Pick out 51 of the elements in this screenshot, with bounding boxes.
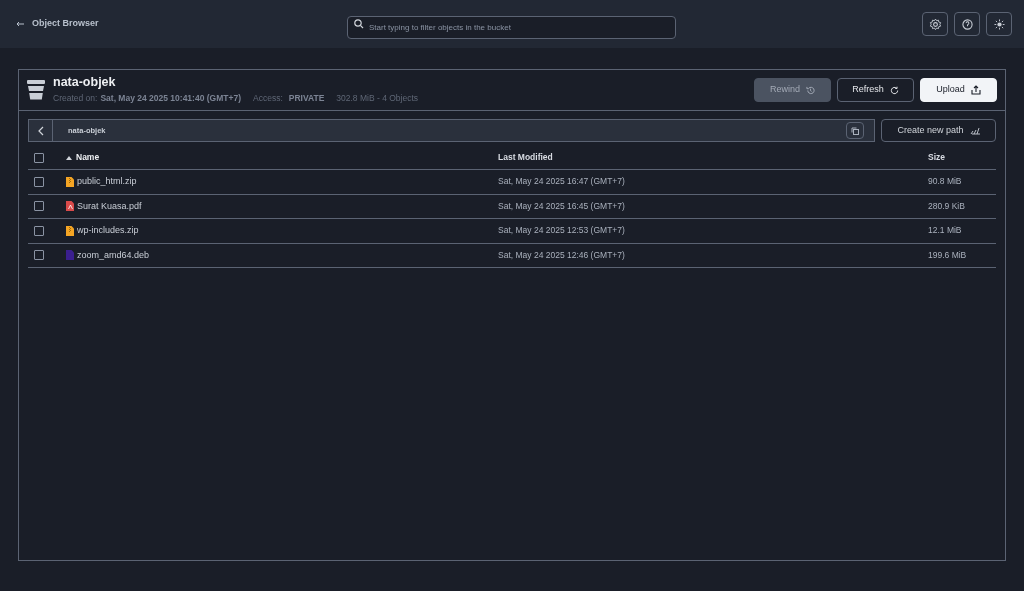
history-icon	[806, 85, 815, 95]
checkbox[interactable]	[34, 176, 44, 187]
created-date: Sat, May 24 2025 10:41:40 (GMT+7)	[100, 92, 241, 105]
chevron-left-icon	[37, 125, 44, 136]
file-icon	[66, 250, 74, 261]
back-link[interactable]: Object Browser	[16, 17, 346, 31]
modified-cell-text: Sat, May 24 2025 16:47 (GMT+7)	[498, 175, 626, 189]
modified-cell-text: Sat, May 24 2025 12:46 (GMT+7)	[498, 248, 626, 262]
help-icon	[961, 18, 973, 30]
theme-button[interactable]	[986, 12, 1012, 36]
checkbox[interactable]	[34, 201, 44, 212]
size-cell-text: 90.8 MiB	[928, 175, 963, 189]
upload-button[interactable]: Upload	[920, 78, 997, 102]
new-path-icon	[969, 126, 980, 135]
help-button[interactable]	[954, 12, 980, 36]
zip-file-icon	[66, 225, 74, 236]
access-label: Access:	[253, 92, 283, 105]
settings-icon	[928, 17, 942, 31]
copy-icon	[851, 126, 859, 135]
sun-icon	[993, 18, 1005, 30]
column-header[interactable]: Last Modified	[498, 151, 553, 164]
file-name[interactable]: public_html.zip	[77, 175, 137, 189]
create-path-button[interactable]: Create new path	[881, 119, 996, 142]
modified-cell-text: Sat, May 24 2025 12:53 (GMT+7)	[498, 224, 626, 238]
search-field[interactable]: Start typing to filter objects in the bucket	[347, 15, 676, 39]
refresh-button[interactable]: Refresh	[837, 78, 914, 102]
column-header[interactable]: Size	[928, 151, 945, 164]
file-name[interactable]: Surat Kuasa.pdf	[77, 199, 142, 213]
modified-cell-text: Sat, May 24 2025 16:45 (GMT+7)	[498, 199, 626, 213]
file-name[interactable]: wp-includes.zip	[77, 224, 139, 238]
bucket-summary: 302.8 MiB - 4 Objects	[336, 92, 419, 105]
back-arrow-icon	[16, 21, 24, 27]
pdf-file-icon	[66, 201, 74, 212]
created-label: Created on:	[53, 92, 98, 105]
search-icon	[354, 18, 364, 29]
copy-button[interactable]	[846, 122, 864, 139]
zip-file-icon	[66, 176, 74, 187]
settings-button[interactable]	[922, 12, 948, 36]
checkbox[interactable]	[34, 250, 44, 261]
bucket-icon	[27, 80, 45, 100]
checkbox[interactable]	[34, 152, 44, 163]
checkbox[interactable]	[34, 225, 44, 236]
size-cell-text: 199.6 MiB	[928, 248, 968, 262]
refresh-icon	[889, 85, 899, 95]
bucket-name: nata-objek	[53, 75, 117, 91]
upload-icon	[970, 85, 981, 95]
size-cell-text: 280.9 KiB	[928, 199, 966, 213]
size-cell-text: 12.1 MiB	[928, 224, 963, 238]
column-header[interactable]: Name	[76, 151, 100, 164]
access-value: PRIVATE	[288, 92, 325, 105]
file-name[interactable]: zoom_amd64.deb	[77, 248, 150, 262]
